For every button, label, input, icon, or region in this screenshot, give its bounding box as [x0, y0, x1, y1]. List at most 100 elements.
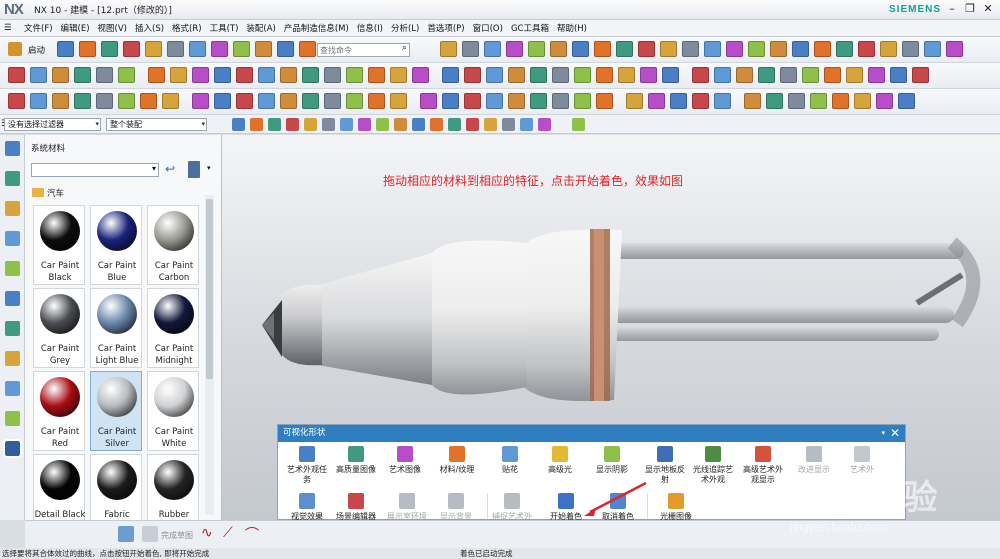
toolbar-icon[interactable]: [167, 41, 184, 57]
visual-button[interactable]: 艺术外观任务: [283, 446, 331, 492]
toolbar-icon[interactable]: [854, 93, 871, 109]
toolbar-icon[interactable]: [638, 41, 655, 57]
toolbar-icon[interactable]: [412, 67, 429, 83]
toolbar-icon[interactable]: [748, 41, 765, 57]
toolbar-icon[interactable]: [486, 93, 503, 109]
menu-icon[interactable]: ☰: [4, 23, 20, 33]
toolbar-icon[interactable]: [550, 41, 567, 57]
menu-item[interactable]: 产品制造信息(M): [280, 22, 353, 34]
filter-icon[interactable]: [376, 118, 389, 131]
menu-item[interactable]: 装配(A): [242, 22, 279, 34]
filter-icon[interactable]: [286, 118, 299, 131]
visual-button[interactable]: 光线追踪艺 术外观: [689, 446, 737, 492]
toolbar-icon[interactable]: [596, 67, 613, 83]
toolbar-icon[interactable]: [670, 93, 687, 109]
menu-item[interactable]: 文件(F): [20, 22, 57, 34]
menu-item[interactable]: 格式(R): [168, 22, 206, 34]
toolbar-icon[interactable]: [836, 41, 853, 57]
toolbar-icon[interactable]: [744, 93, 761, 109]
toolbar-icon[interactable]: [148, 67, 165, 83]
menu-item[interactable]: 窗口(O): [469, 22, 507, 34]
material-swatch[interactable]: Car Paint Grey: [33, 288, 85, 368]
reuse-icon[interactable]: [5, 321, 20, 336]
toolbar-icon[interactable]: [390, 93, 407, 109]
material-swatch[interactable]: Car Paint Light Blue: [90, 288, 142, 368]
folder-car-label[interactable]: 汽车: [47, 187, 64, 199]
toolbar-icon[interactable]: [912, 67, 929, 83]
toolbar-icon[interactable]: [946, 41, 963, 57]
toolbar-icon[interactable]: [346, 93, 363, 109]
toolbar-icon[interactable]: [770, 41, 787, 57]
toolbar-icon[interactable]: [30, 67, 47, 83]
toolbar-icon[interactable]: [530, 67, 547, 83]
toolbar-icon[interactable]: [832, 93, 849, 109]
toolbar-icon[interactable]: [574, 67, 591, 83]
filter-icon[interactable]: [430, 118, 443, 131]
toolbar-icon[interactable]: [530, 93, 547, 109]
materials-icon[interactable]: [3, 439, 22, 458]
toolbar-icon[interactable]: [214, 93, 231, 109]
toolbar-icon[interactable]: [616, 41, 633, 57]
toolbar-icon[interactable]: [876, 93, 893, 109]
toolbar-icon[interactable]: [802, 67, 819, 83]
material-swatch[interactable]: Car Paint Silver: [90, 371, 142, 451]
toolbar-icon[interactable]: [814, 41, 831, 57]
toolbar-icon[interactable]: [726, 41, 743, 57]
toolbar-icon[interactable]: [552, 67, 569, 83]
menu-item[interactable]: 分析(L): [387, 22, 423, 34]
toolbar-icon[interactable]: [810, 93, 827, 109]
toolbar-icon[interactable]: [214, 67, 231, 83]
filter-icon[interactable]: [268, 118, 281, 131]
filter-icon[interactable]: [358, 118, 371, 131]
toolbar-icon[interactable]: [594, 41, 611, 57]
panel-scrollbar[interactable]: [205, 195, 214, 515]
material-swatch[interactable]: Car Paint Black: [33, 205, 85, 285]
filter-icon[interactable]: [232, 118, 245, 131]
toolbar-icon[interactable]: [255, 41, 272, 57]
close-button[interactable]: ✕: [981, 2, 995, 15]
assembly-scope-combo[interactable]: 整个装配 ▾: [106, 118, 207, 131]
visual-button[interactable]: 艺术图像: [381, 446, 429, 492]
material-library-combo[interactable]: ▾: [31, 163, 159, 177]
toolbar-icon[interactable]: [788, 93, 805, 109]
toolbar-icon[interactable]: [346, 67, 363, 83]
toolbar-icon[interactable]: [74, 67, 91, 83]
toolbar-icon[interactable]: [824, 67, 841, 83]
restore-button[interactable]: ❐: [963, 2, 977, 15]
filter-icon[interactable]: [394, 118, 407, 131]
toolbar-icon[interactable]: [442, 93, 459, 109]
toolbar-icon[interactable]: [574, 93, 591, 109]
menu-item[interactable]: 首选项(P): [423, 22, 468, 34]
filter-icon[interactable]: [412, 118, 425, 131]
toolbar-icon[interactable]: [302, 67, 319, 83]
toolbar-icon[interactable]: [170, 67, 187, 83]
toolbar-icon[interactable]: [8, 67, 25, 83]
process-icon[interactable]: [5, 411, 20, 426]
toolbar-icon[interactable]: [236, 67, 253, 83]
toolbar-icon[interactable]: [462, 41, 479, 57]
toolbar-icon[interactable]: [868, 67, 885, 83]
toolbar-icon[interactable]: [660, 41, 677, 57]
menu-item[interactable]: 编辑(E): [57, 22, 94, 34]
web-icon[interactable]: [5, 351, 20, 366]
toolbar-icon[interactable]: [192, 67, 209, 83]
toolbar-icon[interactable]: [280, 67, 297, 83]
menu-item[interactable]: 帮助(H): [553, 22, 591, 34]
toolbar-icon[interactable]: [662, 67, 679, 83]
menu-item[interactable]: 信息(I): [353, 22, 387, 34]
toolbar-icon[interactable]: [302, 93, 319, 109]
filter-icon[interactable]: [538, 118, 551, 131]
toolbar-icon[interactable]: [692, 67, 709, 83]
refresh-icon[interactable]: ↩: [165, 162, 175, 176]
assembly-icon[interactable]: [5, 261, 20, 276]
line-icon[interactable]: ⟋: [223, 525, 233, 541]
toolbar-icon[interactable]: [508, 67, 525, 83]
toolbar-icon[interactable]: [736, 67, 753, 83]
chevron-down-icon[interactable]: ▾: [207, 164, 211, 172]
toolbar-icon[interactable]: [846, 67, 863, 83]
toolbar-icon[interactable]: [118, 93, 135, 109]
toolbar-icon[interactable]: [508, 93, 525, 109]
visual-button[interactable]: 高级光: [536, 446, 584, 492]
toolbar-icon[interactable]: [368, 67, 385, 83]
toolbar-icon[interactable]: [162, 93, 179, 109]
